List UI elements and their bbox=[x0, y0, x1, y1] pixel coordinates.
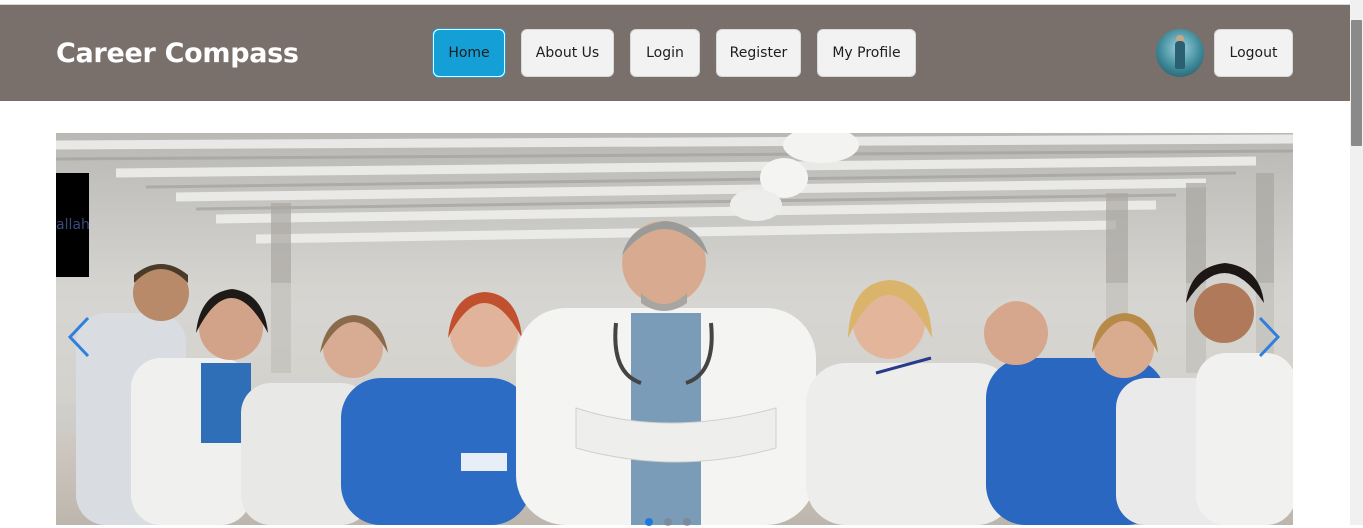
nav-home-button[interactable]: Home bbox=[433, 29, 505, 77]
carousel-slide-image bbox=[56, 133, 1293, 525]
chevron-right-icon bbox=[1258, 316, 1281, 358]
avatar-figure bbox=[1175, 41, 1185, 69]
nav-my-profile-button[interactable]: My Profile bbox=[817, 29, 916, 77]
avatar[interactable] bbox=[1156, 29, 1204, 77]
logout-button[interactable]: Logout bbox=[1214, 29, 1293, 77]
carousel-next-button[interactable] bbox=[1254, 314, 1284, 360]
navbar: Career Compass Home About Us Login Regis… bbox=[0, 5, 1350, 101]
nav-about-button[interactable]: About Us bbox=[521, 29, 614, 77]
brand-title[interactable]: Career Compass bbox=[56, 38, 299, 69]
chevron-left-icon bbox=[67, 316, 90, 358]
nav-register-button[interactable]: Register bbox=[716, 29, 801, 77]
carousel-caption: allah bbox=[56, 217, 89, 233]
carousel-prev-button[interactable] bbox=[64, 314, 94, 360]
hero-carousel bbox=[56, 133, 1293, 525]
scrollbar-thumb[interactable] bbox=[1351, 20, 1362, 146]
nav-login-button[interactable]: Login bbox=[630, 29, 700, 77]
